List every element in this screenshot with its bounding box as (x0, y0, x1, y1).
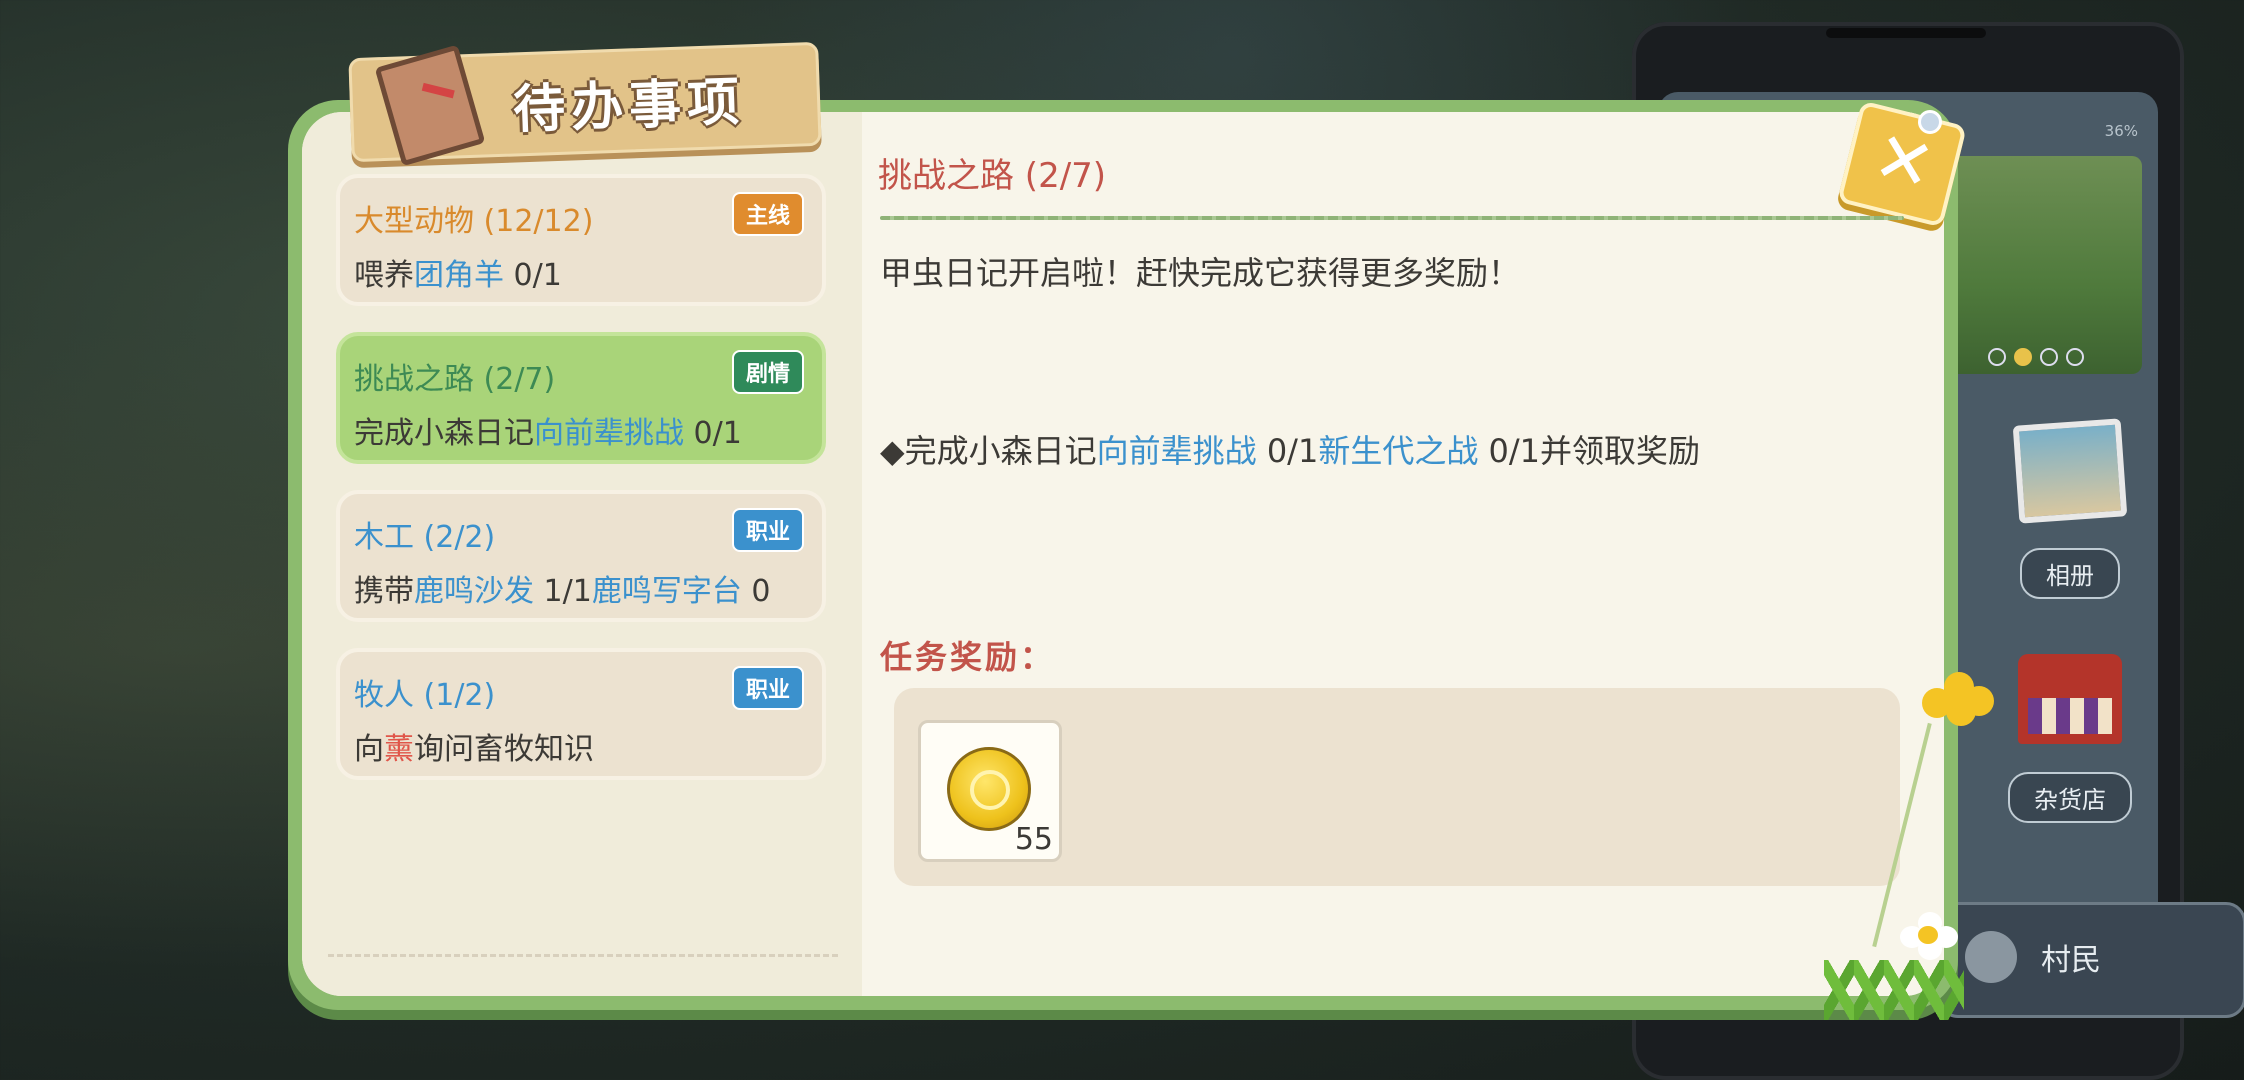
task-text: 询问畜牧知识 (414, 732, 594, 767)
objective-text: ◆完成小森日记 (880, 432, 1097, 470)
task-progress: 0/1 (504, 258, 562, 293)
gold-coin-icon (947, 747, 1031, 831)
villager-button: 村民 (1938, 902, 2244, 1018)
task-list: 大型动物 (12/12) 主线 喂养团角羊 0/1 挑战之路 (2/7) 剧情 … (302, 112, 862, 996)
title-sign: 待办事项 (348, 41, 822, 167)
detail-title: 挑战之路 (2/7) (878, 156, 1107, 196)
carousel-dots (1988, 348, 2092, 370)
carousel-dot (1988, 348, 2006, 366)
store-label: 杂货店 (2008, 772, 2132, 823)
task-progress: 0/1 (684, 416, 742, 451)
task-title: 大型动物 (12/12) (354, 204, 594, 239)
store-app: 杂货店 (2000, 654, 2140, 823)
task-title: 牧人 (1/2) (354, 678, 496, 713)
task-highlight: 向前辈挑战 (534, 416, 684, 451)
reward-item-coin[interactable]: 55 (918, 720, 1062, 862)
phone-battery-text: 36% (2104, 122, 2138, 140)
album-app: 相册 (2000, 418, 2140, 599)
task-highlight: 鹿鸣沙发 (414, 574, 534, 609)
villager-icon (1965, 931, 2017, 983)
task-tag-story: 剧情 (731, 350, 804, 394)
task-highlight: 团角羊 (414, 258, 504, 293)
yellow-flower-icon (1922, 672, 1996, 726)
objective-highlight: 向前辈挑战 (1096, 432, 1257, 470)
pin-icon (1918, 110, 1942, 134)
detail-objective: ◆完成小森日记向前辈挑战 0/1新生代之战 0/1并领取奖励 (880, 426, 1700, 472)
task-text: 完成小森日记 (354, 416, 534, 451)
task-highlight: 鹿鸣写字台 (591, 574, 742, 609)
task-card-herder[interactable]: 牧人 (1/2) 职业 向薰询问畜牧知识 (336, 648, 826, 780)
villager-label: 村民 (2041, 943, 2101, 978)
task-text: 携带 (354, 574, 414, 609)
carousel-dot (2066, 348, 2084, 366)
task-objective: 向薰询问畜牧知识 (354, 724, 594, 768)
phone-speaker (1826, 28, 1986, 38)
book-icon (374, 44, 486, 167)
task-progress: 0 (741, 574, 771, 609)
objective-progress: 0/1 (1256, 432, 1319, 470)
task-card-large-animals[interactable]: 大型动物 (12/12) 主线 喂养团角羊 0/1 (336, 174, 826, 306)
title-divider (880, 216, 1904, 220)
task-tag-job: 职业 (731, 666, 804, 710)
task-card-challenge-road[interactable]: 挑战之路 (2/7) 剧情 完成小森日记向前辈挑战 0/1 (336, 332, 826, 464)
reward-count: 55 (1014, 822, 1053, 857)
objective-highlight: 新生代之战 (1318, 432, 1479, 470)
task-objective: 携带鹿鸣沙发 1/1鹿鸣写字台 0 (354, 566, 770, 610)
task-npc-name: 薰 (384, 732, 414, 767)
carousel-dot-active (2014, 348, 2032, 366)
task-card-carpentry[interactable]: 木工 (2/2) 职业 携带鹿鸣沙发 1/1鹿鸣写字台 0 (336, 490, 826, 622)
task-progress: 1/1 (534, 574, 592, 609)
album-label: 相册 (2020, 548, 2120, 599)
task-title: 木工 (2/2) (354, 520, 496, 555)
white-flower-icon (1900, 912, 1958, 962)
task-objective: 喂养团角羊 0/1 (354, 250, 562, 294)
carousel-dot (2040, 348, 2058, 366)
window-title: 待办事项 (512, 72, 747, 141)
objective-progress: 0/1并领取奖励 (1478, 432, 1701, 470)
grass-decoration (1824, 960, 1964, 1020)
task-tag-job: 职业 (731, 508, 804, 552)
task-text: 向 (354, 732, 384, 767)
general-store-icon (2018, 654, 2122, 744)
task-tag-main: 主线 (731, 192, 804, 236)
detail-description: 甲虫日记开启啦！赶快完成它获得更多奖励！ (880, 254, 1521, 292)
task-objective: 完成小森日记向前辈挑战 0/1 (354, 408, 742, 452)
photo-album-icon (2012, 418, 2128, 524)
task-text: 喂养 (354, 258, 414, 293)
reward-label: 任务奖励： (880, 638, 1056, 676)
task-title: 挑战之路 (2/7) (354, 362, 556, 397)
list-divider (328, 954, 838, 960)
